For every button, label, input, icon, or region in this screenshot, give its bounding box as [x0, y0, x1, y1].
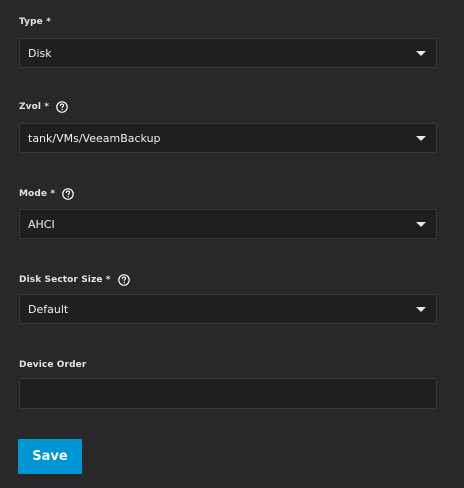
zvol-label: Zvol *: [19, 102, 50, 112]
disk-sector-size-select[interactable]: Default: [19, 294, 437, 324]
disk-sector-size-label-row: Disk Sector Size *: [19, 272, 437, 288]
chevron-down-icon: [416, 51, 426, 56]
type-label: Type *: [19, 17, 51, 27]
zvol-select[interactable]: tank/VMs/VeeamBackup: [19, 123, 437, 153]
zvol-label-row: Zvol *: [19, 99, 437, 115]
help-circle-icon[interactable]: [62, 188, 74, 200]
chevron-down-icon: [416, 222, 426, 227]
device-order-field: Device Order: [19, 357, 437, 409]
help-circle-icon[interactable]: [56, 101, 68, 113]
device-order-input[interactable]: [19, 378, 437, 409]
type-field: Type * Disk: [19, 14, 437, 68]
device-form: Type * Disk Zvol * tank/VMs/VeeamBackup …: [0, 0, 464, 488]
device-order-label: Device Order: [19, 360, 87, 370]
mode-label: Mode *: [19, 189, 56, 199]
device-order-label-row: Device Order: [19, 357, 437, 373]
type-select[interactable]: Disk: [19, 38, 437, 68]
mode-field: Mode * AHCI: [19, 186, 437, 239]
chevron-down-icon: [416, 307, 426, 312]
chevron-down-icon: [416, 136, 426, 141]
type-select-value: Disk: [28, 47, 52, 60]
disk-sector-size-select-value: Default: [28, 303, 69, 316]
disk-sector-size-label: Disk Sector Size *: [19, 275, 111, 285]
zvol-select-value: tank/VMs/VeeamBackup: [28, 132, 161, 145]
type-label-row: Type *: [19, 14, 437, 30]
zvol-field: Zvol * tank/VMs/VeeamBackup: [19, 99, 437, 153]
help-circle-icon[interactable]: [117, 274, 130, 286]
mode-select[interactable]: AHCI: [19, 209, 437, 239]
mode-label-row: Mode *: [19, 186, 437, 202]
mode-select-value: AHCI: [28, 218, 55, 231]
disk-sector-size-field: Disk Sector Size * Default: [19, 272, 437, 324]
save-button[interactable]: Save: [18, 439, 82, 474]
